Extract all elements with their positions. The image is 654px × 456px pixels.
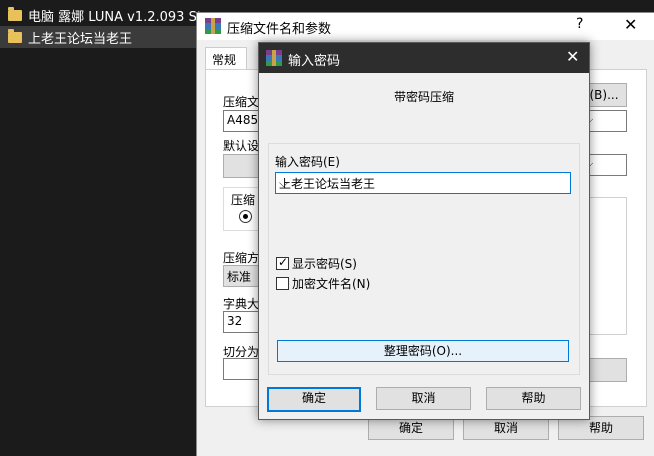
- title-bar[interactable]: 输入密码 ✕: [259, 43, 589, 73]
- method-label: 压缩方: [223, 251, 260, 265]
- archive-name-label: 压缩文: [223, 95, 260, 109]
- tab-general[interactable]: 常规: [205, 47, 247, 70]
- ok-button[interactable]: 确定: [267, 387, 361, 412]
- chevron-down-icon: ⌵: [585, 113, 622, 127]
- dict-size-label: 字典大: [223, 297, 260, 311]
- file-item-label: 上老王论坛当老王: [28, 31, 133, 47]
- organize-passwords-button[interactable]: 整理密码(O)...: [277, 340, 569, 362]
- format-radio[interactable]: [239, 210, 252, 223]
- folder-icon: [8, 6, 22, 21]
- help-icon[interactable]: ?: [576, 16, 583, 32]
- encrypt-filenames-label: 加密文件名(N): [292, 277, 371, 291]
- help-button[interactable]: 帮助: [486, 387, 581, 410]
- cancel-button[interactable]: 取消: [376, 387, 471, 410]
- check-icon: ✓: [278, 255, 289, 269]
- password-combobox[interactable]: 上老王论坛当老王 ⌵: [275, 172, 571, 194]
- folder-icon: [8, 28, 22, 43]
- winrar-icon: [205, 18, 221, 34]
- show-password-checkbox[interactable]: ✓: [276, 255, 289, 270]
- encrypt-filenames-checkbox[interactable]: [276, 277, 289, 290]
- password-dialog: 输入密码 ✕ 带密码压缩 输入密码(E) 上老王论坛当老王 ⌵ ✓ 显示密码(S…: [258, 42, 590, 420]
- file-item-label: 电脑 露娜 LUNA v1.2.093 Stea: [28, 9, 218, 25]
- close-icon[interactable]: ✕: [624, 15, 637, 34]
- dialog-heading: 带密码压缩: [393, 90, 454, 104]
- default-config-label: 默认设: [223, 139, 260, 153]
- archive-format-label: 压缩: [231, 193, 256, 207]
- dialog-title: 输入密码: [288, 54, 341, 69]
- close-icon[interactable]: ✕: [566, 47, 579, 66]
- file-item[interactable]: 电脑 露娜 LUNA v1.2.093 Stea: [0, 4, 218, 26]
- show-password-label: 显示密码(S): [292, 257, 357, 271]
- file-item-selected[interactable]: 上老王论坛当老王: [0, 26, 197, 48]
- password-label: 输入密码(E): [275, 155, 340, 169]
- title-bar[interactable]: 压缩文件名和参数 ? ✕: [197, 13, 654, 40]
- chevron-down-icon[interactable]: ⌵: [279, 176, 566, 191]
- chevron-down-icon: ⌵: [585, 157, 622, 171]
- winrar-icon: [266, 50, 282, 66]
- dialog-title: 压缩文件名和参数: [227, 22, 332, 37]
